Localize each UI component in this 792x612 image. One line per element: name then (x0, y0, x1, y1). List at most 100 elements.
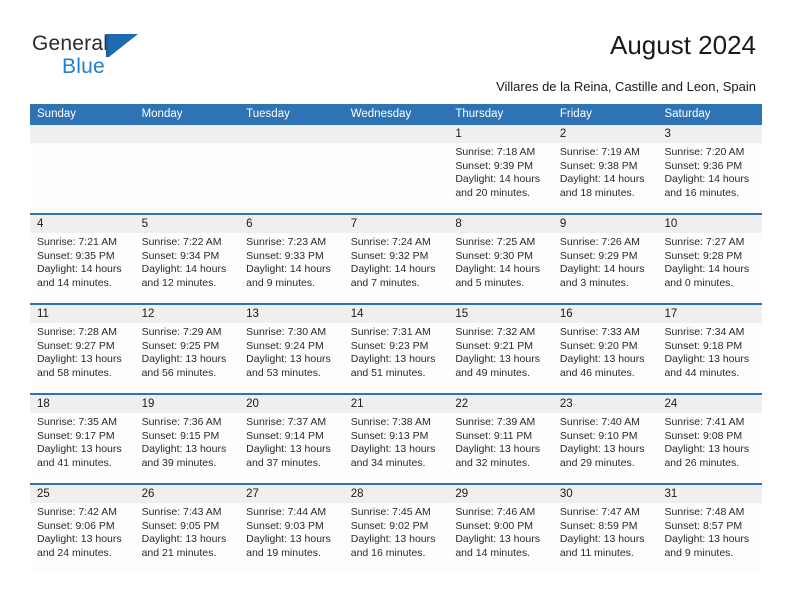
day-cell-22[interactable]: Sunrise: 7:39 AM Sunset: 9:11 PM Daylight:… (448, 413, 553, 483)
day-cell-21[interactable]: Sunrise: 7:38 AM Sunset: 9:13 PM Daylight:… (344, 413, 449, 483)
page-title: August 2024 (609, 30, 756, 60)
day-info-line: and 29 minutes. (559, 456, 635, 469)
day-info-line: Daylight: 13 hours (455, 533, 540, 546)
day-info-line: Sunrise: 7:42 AM (37, 506, 117, 518)
day-number-11[interactable]: 11 (30, 305, 135, 323)
day-cell-5[interactable]: Sunrise: 7:22 AM Sunset: 9:34 PM Daylight:… (135, 233, 240, 303)
day-number-29[interactable]: 29 (448, 485, 553, 503)
day-cell-4[interactable]: Sunrise: 7:21 AM Sunset: 9:35 PM Daylight:… (30, 233, 135, 303)
day-cell-27[interactable]: Sunrise: 7:44 AM Sunset: 9:03 PM Daylight:… (239, 503, 344, 573)
day-cell-20[interactable]: Sunrise: 7:37 AM Sunset: 9:14 PM Daylight:… (239, 413, 344, 483)
day-cell-28[interactable]: Sunrise: 7:45 AM Sunset: 9:02 PM Daylight:… (344, 503, 449, 573)
day-cell-6[interactable]: Sunrise: 7:23 AM Sunset: 9:33 PM Daylight:… (239, 233, 344, 303)
day-cell-18[interactable]: Sunrise: 7:35 AM Sunset: 9:17 PM Daylight:… (30, 413, 135, 483)
day-info-line: Sunset: 9:18 PM (664, 339, 743, 352)
day-number-7[interactable]: 7 (344, 215, 449, 233)
day-info-line: Daylight: 13 hours (350, 353, 436, 366)
day-number-14[interactable]: 14 (344, 305, 449, 323)
day-info-line: Sunrise: 7:33 AM (559, 326, 640, 338)
day-cell-23[interactable]: Sunrise: 7:40 AM Sunset: 9:10 PM Daylight:… (553, 413, 658, 483)
day-info-line: Sunrise: 7:29 AM (141, 326, 222, 338)
day-number-2[interactable]: 2 (553, 125, 658, 143)
day-cell-29[interactable]: Sunrise: 7:46 AM Sunset: 9:00 PM Daylight:… (448, 503, 553, 573)
day-info-line: Sunset: 9:39 PM (455, 159, 533, 172)
date-number-band: 123 (30, 125, 762, 143)
day-cell-empty (239, 143, 344, 213)
day-number-empty (135, 125, 240, 143)
day-info-line: Sunrise: 7:40 AM (559, 416, 640, 428)
day-number-26[interactable]: 26 (135, 485, 240, 503)
day-cell-9[interactable]: Sunrise: 7:26 AM Sunset: 9:29 PM Daylight:… (553, 233, 658, 303)
day-cell-2[interactable]: Sunrise: 7:19 AM Sunset: 9:38 PM Daylight:… (553, 143, 658, 213)
day-number-13[interactable]: 13 (239, 305, 344, 323)
brand-logo[interactable]: General Blue (32, 32, 222, 82)
day-info-line: and 14 minutes. (37, 276, 112, 289)
day-cell-19[interactable]: Sunrise: 7:36 AM Sunset: 9:15 PM Daylight:… (135, 413, 240, 483)
day-cell-11[interactable]: Sunrise: 7:28 AM Sunset: 9:27 PM Daylight:… (30, 323, 135, 393)
day-info-line: and 0 minutes. (664, 276, 734, 289)
day-number-20[interactable]: 20 (239, 395, 344, 413)
day-cell-3[interactable]: Sunrise: 7:20 AM Sunset: 9:36 PM Daylight:… (657, 143, 762, 213)
day-number-25[interactable]: 25 (30, 485, 135, 503)
day-cell-10[interactable]: Sunrise: 7:27 AM Sunset: 9:28 PM Daylight:… (657, 233, 762, 303)
day-number-31[interactable]: 31 (657, 485, 762, 503)
day-cell-13[interactable]: Sunrise: 7:30 AM Sunset: 9:24 PM Daylight:… (239, 323, 344, 393)
weekday-header-sunday: Sunday (37, 108, 77, 120)
day-info-line: and 3 minutes. (559, 276, 629, 289)
day-cell-24[interactable]: Sunrise: 7:41 AM Sunset: 9:08 PM Daylight:… (657, 413, 762, 483)
day-number-30[interactable]: 30 (553, 485, 658, 503)
day-cell-15[interactable]: Sunrise: 7:32 AM Sunset: 9:21 PM Daylight:… (448, 323, 553, 393)
day-number-3[interactable]: 3 (657, 125, 762, 143)
date-number-band: 25 26 27 28 29 30 31 (30, 485, 762, 503)
day-info-line: Sunset: 9:35 PM (37, 249, 115, 262)
day-number-21[interactable]: 21 (344, 395, 449, 413)
day-info-line: Sunset: 9:38 PM (559, 159, 638, 172)
day-number-28[interactable]: 28 (344, 485, 449, 503)
day-info-line: Sunrise: 7:27 AM (664, 236, 745, 248)
day-cell-16[interactable]: Sunrise: 7:33 AM Sunset: 9:20 PM Daylight:… (553, 323, 658, 393)
day-info-line: Daylight: 13 hours (559, 353, 645, 366)
day-info-line: Sunrise: 7:41 AM (664, 416, 745, 428)
day-number-10[interactable]: 10 (657, 215, 762, 233)
day-cell-1[interactable]: Sunrise: 7:18 AM Sunset: 9:39 PM Daylight:… (448, 143, 553, 213)
day-cell-30[interactable]: Sunrise: 7:47 AM Sunset: 8:59 PM Daylight:… (553, 503, 658, 573)
location-subtitle: Villares de la Reina, Castille and Leon,… (496, 79, 756, 94)
day-info-line: Daylight: 13 hours (37, 353, 122, 366)
day-info-line: Sunrise: 7:21 AM (37, 236, 117, 248)
day-number-6[interactable]: 6 (239, 215, 344, 233)
weekday-header-thursday: Thursday (455, 108, 504, 120)
day-cell-25[interactable]: Sunrise: 7:42 AM Sunset: 9:06 PM Daylight:… (30, 503, 135, 573)
logo-triangle (109, 34, 138, 57)
day-cell-31[interactable]: Sunrise: 7:48 AM Sunset: 8:57 PM Daylight:… (657, 503, 762, 573)
day-number-27[interactable]: 27 (239, 485, 344, 503)
day-info-line: Sunrise: 7:35 AM (37, 416, 117, 428)
day-number-1[interactable]: 1 (448, 125, 553, 143)
day-number-22[interactable]: 22 (448, 395, 553, 413)
day-number-15[interactable]: 15 (448, 305, 553, 323)
day-info-line: Daylight: 13 hours (37, 443, 122, 456)
day-info-line: Sunset: 9:29 PM (559, 249, 638, 262)
day-info-line: Sunrise: 7:31 AM (350, 326, 431, 338)
day-info-line: Daylight: 13 hours (350, 533, 436, 546)
day-number-4[interactable]: 4 (30, 215, 135, 233)
day-number-18[interactable]: 18 (30, 395, 135, 413)
day-info-line: Daylight: 13 hours (141, 443, 227, 456)
day-number-5[interactable]: 5 (135, 215, 240, 233)
calendar-weeks: 1 2 3 Sunrise: 7:18 AM Sunset: 9:39 PM Daylig… (30, 125, 762, 573)
day-cell-12[interactable]: Sunrise: 7:29 AM Sunset: 9:25 PM Daylight:… (135, 323, 240, 393)
day-number-17[interactable]: 17 (657, 305, 762, 323)
weekday-header-friday: Friday (559, 108, 592, 120)
day-number-8[interactable]: 8 (448, 215, 553, 233)
day-number-23[interactable]: 23 (553, 395, 658, 413)
day-cell-26[interactable]: Sunrise: 7:43 AM Sunset: 9:05 PM Daylight:… (135, 503, 240, 573)
day-number-12[interactable]: 12 (135, 305, 240, 323)
day-number-empty (30, 125, 135, 143)
day-cell-14[interactable]: Sunrise: 7:31 AM Sunset: 9:23 PM Daylight:… (344, 323, 449, 393)
day-number-16[interactable]: 16 (553, 305, 658, 323)
day-number-24[interactable]: 24 (657, 395, 762, 413)
day-cell-17[interactable]: Sunrise: 7:34 AM Sunset: 9:18 PM Daylight:… (657, 323, 762, 393)
day-number-9[interactable]: 9 (553, 215, 658, 233)
day-number-19[interactable]: 19 (135, 395, 240, 413)
day-cell-8[interactable]: Sunrise: 7:25 AM Sunset: 9:30 PM Daylight:… (448, 233, 553, 303)
day-cell-7[interactable]: Sunrise: 7:24 AM Sunset: 9:32 PM Daylight:… (344, 233, 449, 303)
